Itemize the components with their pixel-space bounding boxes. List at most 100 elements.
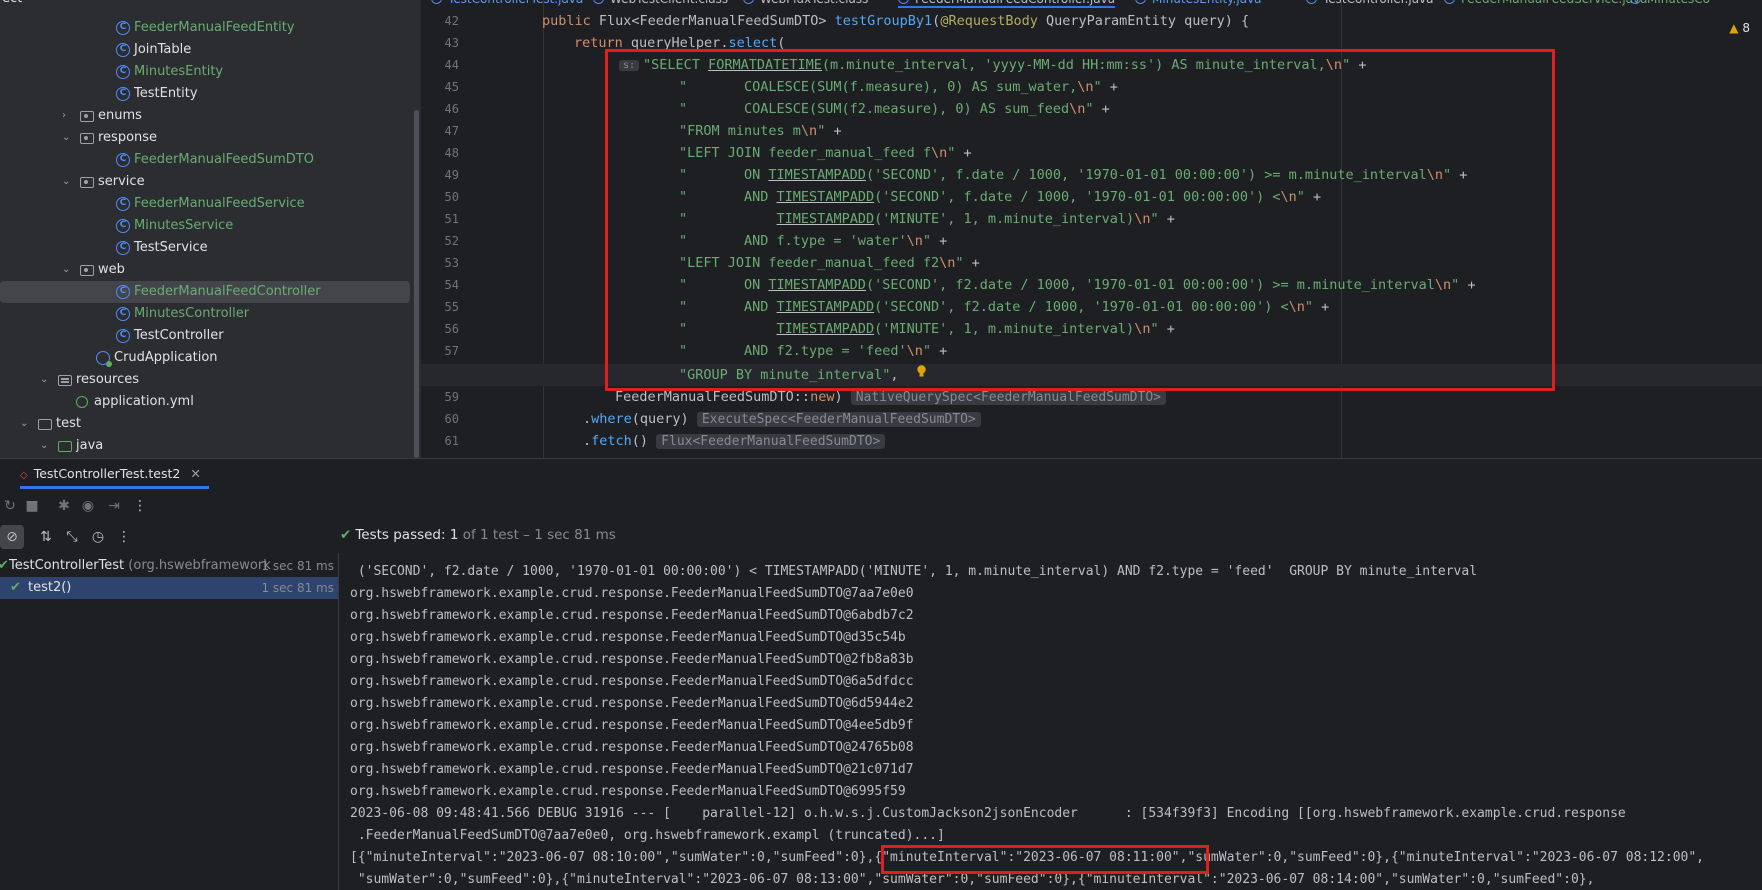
console-output[interactable]: ('SECOND', f2.date / 1000, '1970-01-01 0… [340, 553, 1762, 890]
tree-item-test[interactable]: ⌄ test [0, 413, 410, 435]
debug-icon[interactable]: ✱ [54, 495, 74, 517]
test-status: ✔ Tests passed: 1 of 1 test – 1 sec 81 ms [340, 527, 616, 543]
tree-item-feedermanualfeedcontroller[interactable]: C FeederManualFeedController [0, 281, 410, 303]
console-line: org.hswebframework.example.crud.response… [350, 762, 914, 777]
more-icon[interactable]: ⋮ [130, 495, 150, 517]
editor-tab[interactable]: MinutesCo [1630, 0, 1710, 6]
code-line-48[interactable]: "LEFT JOIN feeder_manual_feed f\n" + [421, 142, 1762, 164]
code-line-44[interactable]: s: "SELECT FORMATDATETIME(m.minute_interv… [421, 54, 1762, 76]
class-icon: C [116, 329, 130, 343]
code-line-54[interactable]: " ON TIMESTAMPADD('SECOND', f2.date / 10… [421, 274, 1762, 296]
chevron-down-icon[interactable]: ⌄ [40, 369, 52, 391]
type-hint: Flux<FeederManualFeedSumDTO> [656, 434, 886, 449]
tree-item-feedermanualfeedsumdto[interactable]: C FeederManualFeedSumDTO [0, 149, 410, 171]
code-line-50[interactable]: " AND TIMESTAMPADD('SECOND', f.date / 10… [421, 186, 1762, 208]
class-icon: C [116, 285, 130, 299]
project-scrollbar[interactable] [414, 110, 419, 458]
options-icon[interactable]: ⋮ [112, 525, 136, 549]
project-panel-title[interactable]: ect [0, 0, 22, 11]
editor-tab[interactable]: TestControllerTest.java [431, 0, 583, 6]
tree-item-feedermanualfeedservice[interactable]: C FeederManualFeedService [0, 193, 410, 215]
tree-item-minutesservice[interactable]: C MinutesService [0, 215, 410, 237]
tree-item-resources[interactable]: ⌄ resources [0, 369, 410, 391]
code-line-57[interactable]: " AND f2.type = 'feed'\n" + [421, 340, 1762, 362]
panel-divider[interactable] [338, 553, 339, 890]
close-icon[interactable]: ✕ [190, 466, 200, 481]
code-line-55[interactable]: " AND TIMESTAMPADD('SECOND', f2.date / 1… [421, 296, 1762, 318]
editor-tab[interactable]: MinutesEntity.java [1135, 0, 1262, 6]
run-config-tab[interactable]: ◇ TestControllerTest.test2 ✕ [20, 459, 209, 489]
chevron-right-icon[interactable]: › [62, 105, 74, 127]
chevron-down-icon[interactable]: ⌄ [40, 435, 52, 457]
tree-item-java[interactable]: ⌄ java [0, 435, 410, 457]
editor-tab-label: TestController.java [1323, 0, 1434, 6]
tree-item-label: response [98, 130, 158, 145]
sort-icon[interactable]: ⇅ [34, 525, 58, 549]
chevron-down-icon[interactable]: ⌄ [62, 171, 74, 193]
chevron-down-icon[interactable]: ⌄ [62, 259, 74, 281]
editor-tab[interactable]: TestController.java [1306, 0, 1434, 6]
tree-item-label: JoinTable [134, 42, 192, 57]
tree-item-crudapplication[interactable]: CrudApplication [0, 347, 410, 369]
tree-item-enums[interactable]: › enums [0, 105, 410, 127]
code-line-42[interactable]: public Flux<FeederManualFeedSumDTO> test… [421, 10, 1762, 32]
tree-item-label: TestController [134, 328, 224, 343]
spring-app-icon [96, 351, 112, 367]
stop-icon[interactable]: ■ [22, 495, 42, 517]
class-icon: C [116, 65, 130, 79]
code-line-53[interactable]: "LEFT JOIN feeder_manual_feed f2\n" + [421, 252, 1762, 274]
code-line-51[interactable]: " TIMESTAMPADD('MINUTE', 1, m.minute_int… [421, 208, 1762, 230]
show-passed-icon[interactable]: ⊘ [0, 525, 24, 549]
code-editor[interactable]: TestControllerTest.java WebTestClient.cla… [421, 0, 1762, 458]
tree-item-minutescontroller[interactable]: C MinutesController [0, 303, 410, 325]
tree-item-jointable[interactable]: C JoinTable [0, 39, 410, 61]
code-line-49[interactable]: " ON TIMESTAMPADD('SECOND', f.date / 100… [421, 164, 1762, 186]
code-line-45[interactable]: " COALESCE(SUM(f.measure), 0) AS sum_wat… [421, 76, 1762, 98]
lightbulb-icon[interactable] [916, 365, 927, 378]
package-icon [80, 133, 94, 144]
check-icon: ✔ [340, 527, 352, 543]
yaml-file-icon [76, 396, 88, 408]
code-line-52[interactable]: " AND f.type = 'water'\n" + [421, 230, 1762, 252]
run-header: ◇ TestControllerTest.test2 ✕ [0, 459, 1762, 489]
test-result-row[interactable]: ✔ test2() 1 sec 81 ms [0, 577, 338, 599]
code-line-61[interactable]: .fetch() Flux<FeederManualFeedSumDTO> [421, 430, 1762, 452]
code-line-56[interactable]: " TIMESTAMPADD('MINUTE', 1, m.minute_int… [421, 318, 1762, 340]
tree-item-label: resources [76, 372, 140, 387]
code-line-46[interactable]: " COALESCE(SUM(f2.measure), 0) AS sum_fe… [421, 98, 1762, 120]
code-line-47[interactable]: "FROM minutes m\n" + [421, 120, 1762, 142]
code-line-60[interactable]: .where(query) ExecuteSpec<FeederManualFe… [421, 408, 1762, 430]
tree-item-label: FeederManualFeedEntity [134, 20, 295, 35]
tree-item-application-yml[interactable]: application.yml [0, 391, 410, 413]
tree-item-minutesentity[interactable]: C MinutesEntity [0, 61, 410, 83]
tree-item-testcontroller[interactable]: C TestController [0, 325, 410, 347]
chevron-down-icon[interactable]: ⌄ [62, 127, 74, 149]
tree-item-feedermanualfeedentity[interactable]: C FeederManualFeedEntity [0, 17, 410, 39]
rerun-icon[interactable]: ↻ [0, 495, 20, 517]
test-result-row[interactable]: ✔ TestControllerTest (org.hswebframework… [0, 555, 338, 577]
test-run-icon: ◇ [20, 470, 28, 481]
console-line: 2023-06-08 09:48:41.566 DEBUG 31916 --- … [350, 806, 1626, 821]
type-hint: NativeQuerySpec<FeederManualFeedSumDTO> [850, 390, 1166, 405]
editor-tab[interactable]: WebFluxTest.class [743, 0, 868, 6]
editor-tab[interactable]: FeederManualFeedService.java [1444, 0, 1648, 6]
tree-item-web[interactable]: ⌄ web [0, 259, 410, 281]
tree-item-response[interactable]: ⌄ response [0, 127, 410, 149]
code-line-43[interactable]: return queryHelper.select( [421, 32, 1762, 54]
code-line-58[interactable]: "GROUP BY minute_interval", [421, 364, 1762, 386]
code-line-59[interactable]: FeederManualFeedSumDTO::new) NativeQuery… [421, 386, 1762, 408]
test-toolbar: ⊘ ⇅ ⤡ ◷ ⋮ [0, 525, 340, 553]
editor-tab[interactable]: WebTestClient.class [593, 0, 728, 6]
editor-tab[interactable]: FeederManualFeedController.java [898, 0, 1116, 8]
tree-item-label: FeederManualFeedController [134, 284, 321, 299]
history-icon[interactable]: ◷ [86, 525, 110, 549]
tree-item-label: MinutesEntity [134, 64, 224, 79]
camera-icon[interactable]: ◉ [78, 495, 98, 517]
collapse-icon[interactable]: ⤡ [60, 525, 84, 549]
tree-item-testservice[interactable]: C TestService [0, 237, 410, 259]
chevron-down-icon[interactable]: ⌄ [20, 413, 32, 435]
tree-item-service[interactable]: ⌄ service [0, 171, 410, 193]
type-hint: ExecuteSpec<FeederManualFeedSumDTO> [696, 412, 981, 427]
tree-item-testentity[interactable]: C TestEntity [0, 83, 410, 105]
export-icon[interactable]: ⇥ [104, 495, 124, 517]
